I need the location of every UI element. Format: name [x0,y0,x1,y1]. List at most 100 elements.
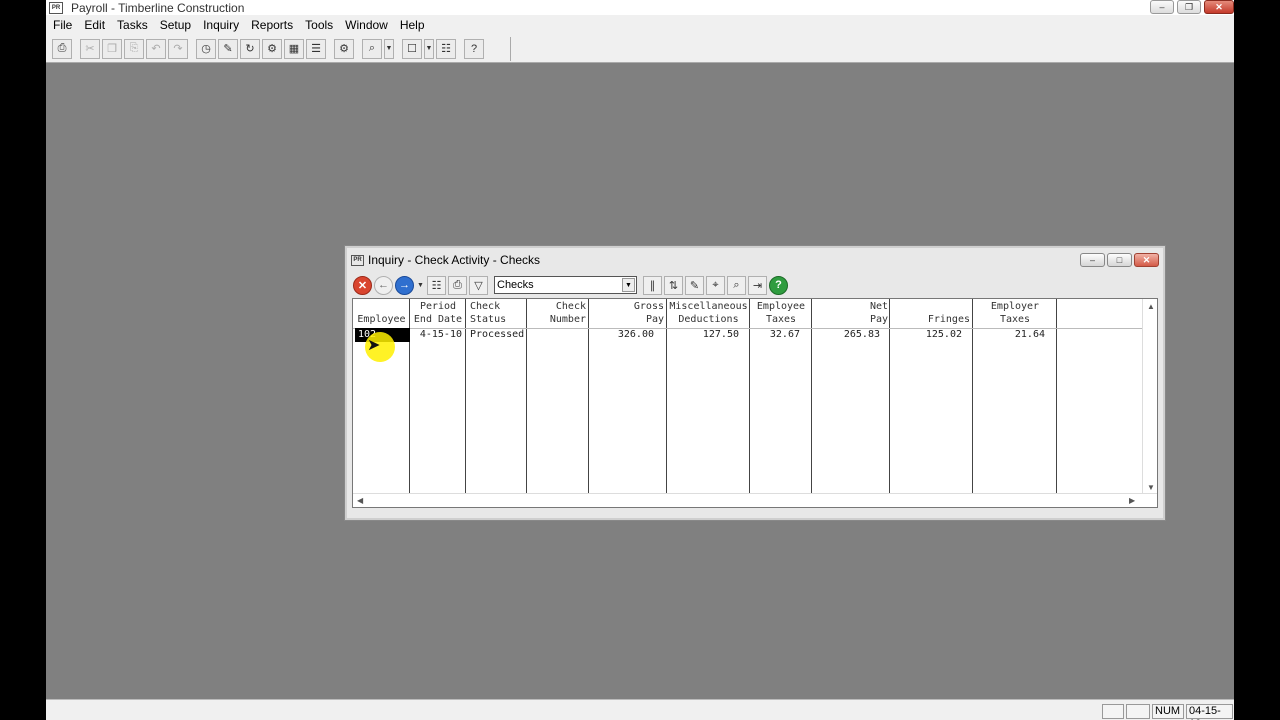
vertical-scrollbar[interactable]: ▲ ▼ [1142,299,1157,495]
header-gross-line2: Pay [645,314,664,325]
process-icon[interactable]: ⚙ [334,38,354,59]
menu-tasks[interactable]: Tasks [117,18,148,32]
setup-icon[interactable]: ▦ [284,38,304,59]
inquiry-window-controls: – □ ✕ [1080,253,1159,267]
inquiry-close-button[interactable]: ✕ [1134,253,1159,267]
cell-gross-pay[interactable]: 326.00 [591,328,654,342]
header-employer-taxes[interactable]: Employer Taxes [975,299,1055,328]
export-icon[interactable]: ⇥ [748,275,767,295]
sort-icon[interactable]: ⇅ [664,275,683,295]
attachment-icon[interactable]: ∥ [643,275,662,295]
cell-employer-taxes[interactable]: 21.64 [975,328,1045,342]
scroll-left-icon[interactable]: ◀ [357,496,363,505]
header-fringes-line2: Fringes [927,314,970,325]
new-document-icon[interactable]: ☐ [402,38,422,59]
forward-dropdown-icon[interactable]: ▼ [416,276,425,295]
header-gross-pay[interactable]: Gross Pay [591,299,664,328]
menu-setup[interactable]: Setup [160,18,191,32]
filter-icon[interactable]: ▽ [469,275,488,295]
main-toolbar: ⎙ ✂ ❐ ⎘ ↶ ↷ ◷ ✎ ↻ ⚙ ▦ ☰ ⚙ ⌕ ▼ ☐ ▼ ☷ ? [46,35,1234,63]
header-employee-taxes[interactable]: Employee Taxes [751,299,811,328]
header-employee[interactable]: Employee [355,299,408,328]
menu-tools[interactable]: Tools [305,18,333,32]
refresh-icon[interactable]: ↻ [240,38,260,59]
inquiry-window-icon: PR [351,254,364,266]
report-icon[interactable]: ☷ [436,38,456,59]
app-icon: PR [49,1,63,14]
menu-inquiry[interactable]: Inquiry [203,18,239,32]
redo-icon[interactable]: ↷ [168,38,188,59]
window-controls: – ❐ ✕ [1150,0,1234,14]
cell-misc-deductions[interactable]: 127.50 [669,328,739,342]
close-inquiry-icon[interactable]: ✕ [353,275,372,295]
menu-file[interactable]: File [53,18,72,32]
copy-icon[interactable]: ❐ [102,38,122,59]
menu-bar: File Edit Tasks Setup Inquiry Reports To… [46,15,1234,35]
header-employee-line1 [355,300,408,313]
cell-check-status[interactable]: Processed [470,328,526,342]
close-button[interactable]: ✕ [1204,0,1234,14]
cut-icon[interactable]: ✂ [80,38,100,59]
cell-net-pay[interactable]: 265.83 [814,328,880,342]
menu-edit[interactable]: Edit [84,18,105,32]
header-check-number[interactable]: Check Number [529,299,586,328]
scroll-up-icon[interactable]: ▲ [1147,302,1155,311]
cell-fringes[interactable]: 125.02 [892,328,962,342]
header-net-line1: Net [869,301,888,312]
menu-help[interactable]: Help [400,18,425,32]
minimize-button[interactable]: – [1150,0,1174,14]
header-period-line2: End Date [413,314,463,325]
undo-icon[interactable]: ↶ [146,38,166,59]
edit-columns-icon[interactable]: ✎ [685,275,704,295]
scroll-down-icon[interactable]: ▼ [1147,483,1155,492]
forward-icon[interactable]: → [395,275,414,295]
inquiry-minimize-button[interactable]: – [1080,253,1105,267]
header-fringes[interactable]: Fringes [892,299,970,328]
header-check-number-line1: Check [555,301,586,312]
inquiry-maximize-button[interactable]: □ [1107,253,1132,267]
header-fringes-line1 [892,300,970,313]
cell-period-end-date[interactable]: 4-15-10 [412,328,462,342]
back-icon[interactable]: ← [374,275,393,295]
cell-check-number[interactable] [529,328,586,342]
header-status-line1: Check [470,301,501,312]
header-net-line2: Pay [869,314,888,325]
header-period-end-date[interactable]: Period End Date [412,299,464,328]
document-dropdown-icon[interactable]: ▼ [424,38,434,59]
menu-window[interactable]: Window [345,18,388,32]
help-pointer-icon[interactable]: ? [464,38,484,59]
print-icon[interactable]: ⎙ [52,38,72,59]
zoom-icon[interactable]: ⌕ [362,38,382,59]
view-select[interactable]: Checks ▼ [494,276,637,294]
search-icon[interactable]: ⌕ [727,275,746,295]
header-emp-taxes-line1: Employee [756,301,806,312]
print-inquiry-icon[interactable]: ⎙ [448,275,467,295]
title-bar: PR Payroll - Timberline Construction – ❐… [46,0,1234,15]
header-employer-line2: Taxes [999,314,1031,325]
horizontal-scrollbar[interactable]: ◀ ▶ [353,493,1157,507]
find-icon[interactable]: ⌖ [706,275,725,295]
header-misc-deductions[interactable]: Miscellaneous Deductions [668,299,749,328]
tasks-icon[interactable]: ⚙ [262,38,282,59]
help-icon[interactable]: ? [769,275,788,295]
cell-employee-taxes[interactable]: 32.67 [752,328,800,342]
menu-reports[interactable]: Reports [251,18,293,32]
view-select-arrow-icon[interactable]: ▼ [622,278,635,292]
clock-icon[interactable]: ◷ [196,38,216,59]
scroll-right-icon[interactable]: ▶ [1129,496,1135,505]
forms-icon[interactable]: ☰ [306,38,326,59]
restore-button[interactable]: ❐ [1177,0,1201,14]
header-employer-line1: Employer [990,301,1040,312]
paste-icon[interactable]: ⎘ [124,38,144,59]
check-activity-grid: Employee Period End Date Check Status Ch… [352,298,1158,508]
zoom-dropdown-icon[interactable]: ▼ [384,38,394,59]
calculator-icon[interactable]: ☷ [427,275,446,295]
edit-pencil-icon[interactable]: ✎ [218,38,238,59]
header-misc-line1: Miscellaneous [669,301,748,312]
status-bar: NUM 04-15-10 [46,699,1234,720]
header-misc-line2: Deductions [678,314,739,325]
payroll-app: PR Payroll - Timberline Construction – ❐… [46,0,1234,720]
header-net-pay[interactable]: Net Pay [814,299,888,328]
header-status-line2: Status [470,314,507,325]
header-check-status[interactable]: Check Status [470,299,526,328]
